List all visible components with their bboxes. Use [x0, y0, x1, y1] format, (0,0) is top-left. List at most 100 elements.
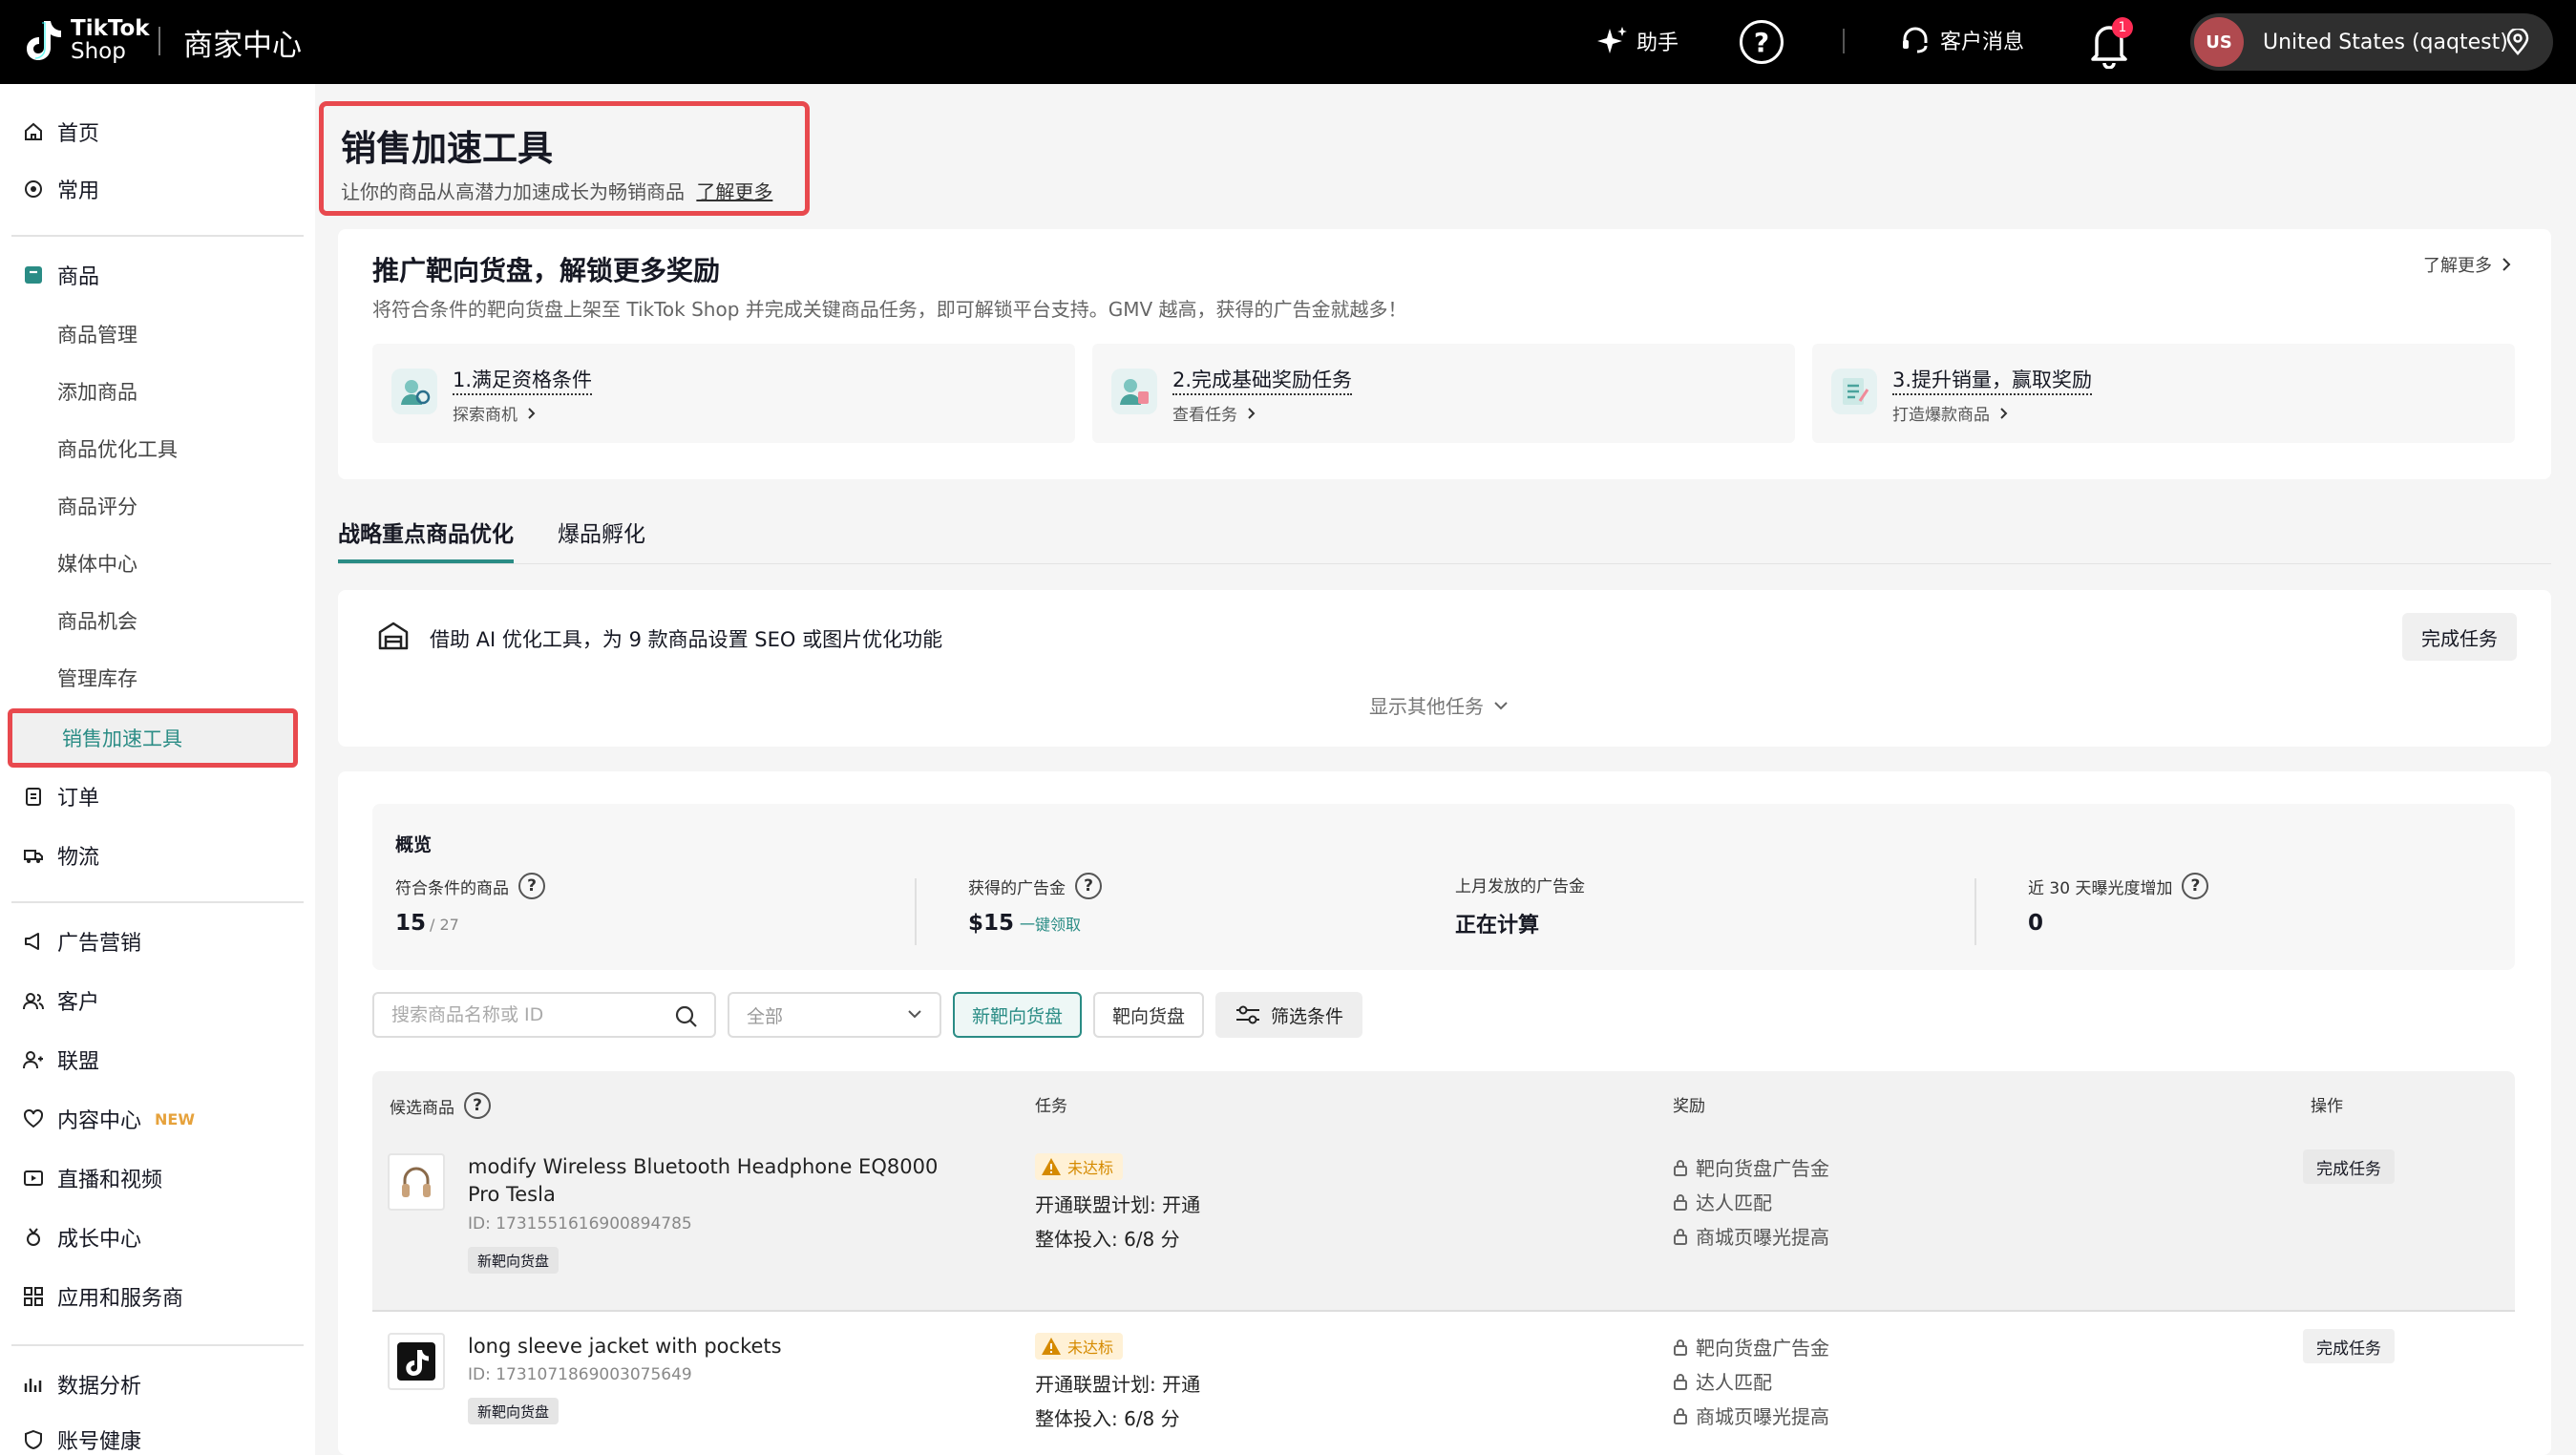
learn-more-link[interactable]: 了解更多	[696, 180, 772, 203]
product-name[interactable]: long sleeve jacket with pockets	[468, 1333, 964, 1360]
eligibility-icon	[391, 369, 437, 414]
bar-chart-icon	[24, 1379, 42, 1392]
complete-task-button[interactable]: 完成任务	[2402, 613, 2517, 661]
sidebar-item-label: 订单	[57, 787, 100, 811]
assistant-button[interactable]: 助手	[1596, 25, 1679, 57]
sidebar-item-label: 客户	[57, 991, 100, 1015]
tab-bar: 战略重点商品优化 爆品孵化	[338, 516, 689, 563]
show-more-tasks-toggle[interactable]: 显示其他任务	[1369, 691, 1509, 719]
lock-icon	[1674, 1228, 1687, 1245]
table-header: 候选商品 ? 任务 奖励 操作	[372, 1071, 2515, 1134]
question-icon[interactable]: ?	[518, 873, 545, 899]
sidebar-item-orders[interactable]: 订单	[23, 777, 99, 815]
sidebar-item-content[interactable]: 内容中心 NEW	[23, 1100, 195, 1138]
step-title: 3.提升销量，赢取奖励	[1892, 365, 2093, 395]
chevron-right-icon	[1248, 407, 1256, 419]
complete-task-button[interactable]: 完成任务	[2303, 1329, 2395, 1363]
tiktok-shop-logo[interactable]: TikTok Shop	[21, 17, 150, 63]
notification-badge: 1	[2112, 17, 2133, 38]
lock-icon	[1674, 1193, 1687, 1211]
sidebar-item-label: 物流	[57, 846, 100, 870]
search-icon[interactable]	[674, 1004, 699, 1029]
task-card: 借助 AI 优化工具，为 9 款商品设置 SEO 或图片优化功能 完成任务 显示…	[338, 590, 2551, 747]
step-link[interactable]: 打造爆款商品	[1892, 401, 2008, 425]
tab-strategic-optimization[interactable]: 战略重点商品优化	[338, 516, 514, 563]
filter-conditions-button[interactable]: 筛选条件	[1215, 992, 1363, 1038]
avatar: US	[2194, 17, 2244, 67]
sidebar-subitem[interactable]: 商品评分	[57, 487, 137, 525]
task-item: 整体投入: 6/8 分	[1035, 1228, 1180, 1251]
step-link-label: 打造爆款商品	[1892, 406, 1990, 425]
promo-learn-more-link[interactable]: 了解更多	[2423, 252, 2511, 277]
sidebar-subitem[interactable]: 管理库存	[57, 659, 137, 697]
customer-messages-button[interactable]: 客户消息	[1900, 25, 2024, 55]
step-link[interactable]: 查看任务	[1172, 401, 1256, 425]
sidebar-item-label: 首页	[57, 122, 100, 146]
sidebar-item-ads[interactable]: 广告营销	[23, 922, 141, 960]
promo-card: 推广靶向货盘，解锁更多奖励 将符合条件的靶向货盘上架至 TikTok Shop …	[338, 229, 2551, 479]
notifications-button[interactable]: 1	[2085, 17, 2133, 69]
sidebar-item-customers[interactable]: 客户	[23, 981, 99, 1020]
filter-chip-target[interactable]: 靶向货盘	[1093, 992, 1205, 1038]
tab-divider	[338, 563, 2551, 564]
question-icon[interactable]: ?	[464, 1092, 491, 1119]
product-name[interactable]: modify Wireless Bluetooth Headphone EQ80…	[468, 1153, 964, 1209]
sidebar-item-label: 直播和视频	[57, 1169, 163, 1192]
sidebar-item-home[interactable]: 首页	[23, 113, 99, 151]
sidebar-subitem[interactable]: 添加商品	[57, 372, 137, 411]
category-select[interactable]: 全部	[728, 992, 941, 1038]
sidebar-item-account-health[interactable]: 账号健康	[23, 1424, 141, 1455]
step-link[interactable]: 探索商机	[453, 401, 536, 425]
sidebar-item-frequent[interactable]: 常用	[23, 170, 99, 208]
complete-task-button[interactable]: 完成任务	[2303, 1149, 2395, 1184]
help-icon[interactable]: ?	[1740, 20, 1784, 64]
customers-icon	[23, 993, 44, 1010]
reward-item: 达人匹配	[1673, 1367, 1772, 1395]
product-id: ID: 1731071869003075649	[468, 1365, 692, 1384]
promo-title: 推广靶向货盘，解锁更多奖励	[372, 255, 721, 286]
page-subtitle-text: 让你的商品从高潜力加速成长为畅销商品	[341, 180, 685, 203]
customer-messages-label: 客户消息	[1940, 31, 2025, 54]
sidebar-item-live-video[interactable]: 直播和视频	[23, 1159, 162, 1197]
reward-item: 靶向货盘广告金	[1673, 1333, 1829, 1360]
page-title: 销售加速工具	[341, 128, 553, 169]
sidebar-item-affiliate[interactable]: 联盟	[23, 1041, 99, 1079]
sidebar-item-products[interactable]: 商品	[23, 256, 99, 294]
search-input[interactable]	[390, 994, 666, 1036]
sidebar-item-analytics[interactable]: 数据分析	[23, 1365, 141, 1403]
lock-icon	[1674, 1407, 1687, 1424]
sidebar-subitem[interactable]: 商品机会	[57, 601, 137, 640]
product-thumbnail-tiktok[interactable]	[388, 1333, 445, 1390]
task-item: 整体投入: 6/8 分	[1035, 1407, 1180, 1430]
sidebar-item-growth[interactable]: 成长中心	[23, 1218, 141, 1256]
top-divider-2	[1843, 29, 1845, 53]
product-thumbnail-headphone[interactable]	[388, 1153, 445, 1211]
filter-chip-new-target[interactable]: 新靶向货盘	[953, 992, 1083, 1038]
step-card-2[interactable]: 2.完成基础奖励任务 查看任务	[1092, 344, 1795, 443]
truck-icon	[24, 850, 43, 863]
question-icon[interactable]: ?	[1075, 873, 1102, 899]
filter-conditions-label: 筛选条件	[1271, 1005, 1344, 1027]
product-tag: 新靶向货盘	[468, 1247, 560, 1274]
sidebar-item-sales-accelerator[interactable]: 销售加速工具	[8, 708, 298, 768]
warning-icon	[1042, 1338, 1061, 1355]
seller-center-title: 商家中心	[183, 29, 302, 63]
account-region-selector[interactable]: US United States (qaqtest)	[2190, 13, 2553, 71]
growth-medal-icon	[27, 1228, 40, 1246]
sidebar-subitem[interactable]: 商品管理	[57, 315, 137, 353]
claim-link[interactable]: 一键领取	[1020, 912, 1081, 935]
step-card-3[interactable]: 3.提升销量，赢取奖励 打造爆款商品	[1812, 344, 2515, 443]
sidebar-subitem[interactable]: 媒体中心	[57, 544, 137, 582]
sidebar-item-apps[interactable]: 应用和服务商	[23, 1277, 183, 1316]
chevron-right-icon	[2000, 407, 2008, 419]
sidebar-subitem[interactable]: 商品优化工具	[57, 430, 178, 468]
reward-item: 达人匹配	[1673, 1188, 1772, 1215]
question-icon[interactable]: ?	[2182, 873, 2209, 899]
product-tag: 新靶向货盘	[468, 1398, 560, 1424]
column-header-product: 候选商品 ?	[390, 1092, 491, 1119]
sidebar-item-label: 数据分析	[57, 1375, 142, 1399]
tab-hot-product-incubation[interactable]: 爆品孵化	[558, 516, 645, 563]
sidebar-item-logistics[interactable]: 物流	[23, 836, 99, 875]
step-card-1[interactable]: 1.满足资格条件 探索商机	[372, 344, 1075, 443]
shield-icon	[25, 1429, 42, 1450]
